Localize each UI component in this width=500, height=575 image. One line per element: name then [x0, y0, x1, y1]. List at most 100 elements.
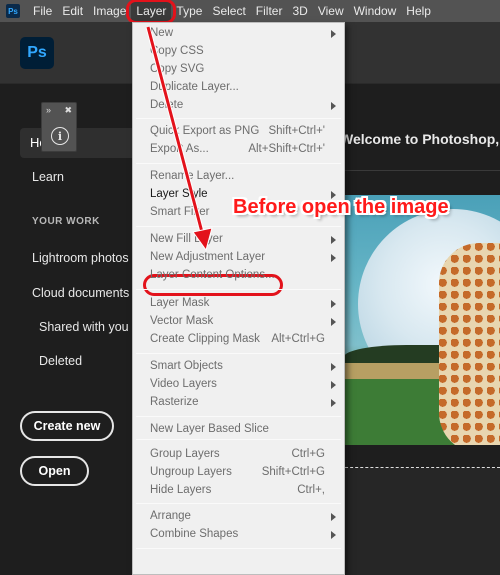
menu-item-duplicate-layer[interactable]: Duplicate Layer...: [133, 79, 344, 97]
submenu-arrow-icon: [331, 236, 336, 244]
menu-file[interactable]: File: [28, 0, 57, 22]
menu-item-copy-svg[interactable]: Copy SVG: [133, 61, 344, 79]
menu-layer-label: Layer: [136, 4, 167, 18]
menu-separator: [136, 353, 341, 354]
menu-help[interactable]: Help: [401, 0, 436, 22]
menu-item-label: Quick Export as PNG: [150, 125, 260, 137]
hero-giraffe: [439, 243, 500, 445]
menu-bar: Ps File Edit Image Layer Type Select Fil…: [0, 0, 500, 24]
menu-item-copy-css[interactable]: Copy CSS: [133, 43, 344, 61]
menu-item-create-clipping-mask[interactable]: Create Clipping Mask Alt+Ctrl+G: [133, 331, 344, 349]
submenu-arrow-icon: [331, 363, 336, 371]
home-sidebar: Home Learn YOUR WORK Lightroom photos Cl…: [0, 84, 140, 575]
menu-item-layer-content-options[interactable]: Layer Content Options...: [133, 267, 344, 285]
menu-item-smart-objects[interactable]: Smart Objects: [133, 358, 344, 376]
menu-item-label: Duplicate Layer...: [150, 81, 239, 93]
menu-item-quick-export-as-png[interactable]: Quick Export as PNG Shift+Ctrl+': [133, 123, 344, 141]
photoshop-logo: Ps: [20, 37, 54, 69]
sidebar-item-learn[interactable]: Learn: [32, 170, 64, 184]
submenu-arrow-icon: [331, 300, 336, 308]
create-new-button[interactable]: Create new: [20, 411, 114, 441]
submenu-arrow-icon: [331, 513, 336, 521]
menu-item-shortcut: Ctrl+G: [291, 448, 325, 460]
menu-item-combine-shapes[interactable]: Combine Shapes: [133, 526, 344, 544]
menu-item-label: New Fill Layer: [150, 233, 223, 245]
menu-item-label: Vector Mask: [150, 315, 214, 327]
menu-item-new-adjustment-layer[interactable]: New Adjustment Layer: [133, 249, 344, 267]
submenu-arrow-icon: [331, 318, 336, 326]
menu-edit[interactable]: Edit: [57, 0, 88, 22]
menu-item-arrange[interactable]: Arrange: [133, 508, 344, 526]
menu-separator: [136, 289, 341, 290]
hero-image: [344, 195, 500, 445]
submenu-arrow-icon: [331, 399, 336, 407]
sidebar-item-lightroom-photos[interactable]: Lightroom photos: [32, 251, 129, 265]
your-work-heading: YOUR WORK: [32, 216, 100, 227]
menu-item-label: Group Layers: [150, 448, 220, 460]
menu-item-new-layer-based-slice[interactable]: New Layer Based Slice: [133, 421, 344, 439]
menu-separator: [136, 226, 341, 227]
annotation-label: Before open the image: [233, 196, 449, 218]
submenu-arrow-icon: [331, 531, 336, 539]
sidebar-item-deleted[interactable]: Deleted: [39, 354, 82, 368]
menu-item-label: Ungroup Layers: [150, 466, 232, 478]
menu-item-label: Smart Filter: [150, 206, 210, 218]
info-icon[interactable]: i: [51, 127, 69, 145]
menu-separator: [136, 503, 341, 504]
menu-view[interactable]: View: [313, 0, 349, 22]
menu-3d[interactable]: 3D: [287, 0, 312, 22]
collapsed-info-panel: » ✖ i: [41, 102, 77, 152]
menu-item-label: Smart Objects: [150, 360, 223, 372]
menu-item-rename-layer[interactable]: Rename Layer...: [133, 168, 344, 186]
sidebar-item-cloud-documents[interactable]: Cloud documents: [32, 286, 129, 300]
close-panel-icon[interactable]: ✖: [64, 105, 72, 116]
menu-window[interactable]: Window: [349, 0, 402, 22]
menu-item-video-layers[interactable]: Video Layers: [133, 376, 344, 394]
submenu-arrow-icon: [331, 381, 336, 389]
sidebar-item-home[interactable]: Home: [20, 128, 140, 158]
menu-item-label: Create Clipping Mask: [150, 333, 260, 345]
menu-separator: [136, 163, 341, 164]
menu-item-shortcut: Shift+Ctrl+G: [261, 466, 325, 478]
menu-type[interactable]: Type: [171, 0, 207, 22]
menu-item-delete[interactable]: Delete: [133, 97, 344, 115]
menu-select[interactable]: Select: [207, 0, 250, 22]
menu-item-label: Video Layers: [150, 378, 217, 390]
menu-item-label: New Layer Based Slice: [150, 423, 269, 435]
menu-item-new[interactable]: New: [133, 25, 344, 43]
menu-item-shortcut: Shift+Ctrl+': [268, 125, 325, 137]
menu-item-layer-mask[interactable]: Layer Mask: [133, 295, 344, 313]
menu-image[interactable]: Image: [88, 0, 131, 22]
submenu-arrow-icon: [331, 30, 336, 38]
menu-item-shortcut: Ctrl+,: [297, 484, 325, 496]
menu-item-vector-mask[interactable]: Vector Mask: [133, 313, 344, 331]
menu-item-label: Rasterize: [150, 396, 199, 408]
photoshop-app-icon: Ps: [6, 4, 20, 18]
open-button[interactable]: Open: [20, 456, 89, 486]
menu-item-shortcut: Alt+Shift+Ctrl+': [248, 143, 325, 155]
menu-item-export-as[interactable]: Export As... Alt+Shift+Ctrl+': [133, 141, 344, 159]
menu-item-hide-layers[interactable]: Hide Layers Ctrl+,: [133, 482, 344, 500]
menu-item-label: Layer Mask: [150, 297, 210, 309]
menu-layer[interactable]: Layer: [126, 0, 177, 24]
menu-separator: [136, 548, 341, 549]
submenu-arrow-icon: [331, 254, 336, 262]
expand-panel-icon[interactable]: »: [46, 105, 51, 115]
menu-item-label: Layer Style: [150, 188, 208, 200]
layer-dropdown-menu: New Copy CSS Copy SVG Duplicate Layer... Del…: [132, 22, 345, 575]
menu-item-label: New Adjustment Layer: [150, 251, 266, 263]
menu-filter[interactable]: Filter: [251, 0, 288, 22]
menu-item-ungroup-layers[interactable]: Ungroup Layers Shift+Ctrl+G: [133, 464, 344, 482]
menu-item-new-fill-layer[interactable]: New Fill Layer: [133, 231, 344, 249]
menu-separator: [136, 416, 341, 417]
menu-item-shortcut: Alt+Ctrl+G: [271, 333, 325, 345]
panel-titlebar: » ✖: [42, 103, 76, 117]
menu-item-label: Copy SVG: [150, 63, 205, 75]
sidebar-item-shared-with-you[interactable]: Shared with you: [39, 320, 129, 334]
menu-item-label: Export As...: [150, 143, 209, 155]
menu-item-rasterize[interactable]: Rasterize: [133, 394, 344, 412]
menu-item-group-layers[interactable]: Group Layers Ctrl+G: [133, 446, 344, 464]
menu-item-label: Hide Layers: [150, 484, 212, 496]
menu-item-label: Copy CSS: [150, 45, 204, 57]
menu-item-label: Combine Shapes: [150, 528, 239, 540]
